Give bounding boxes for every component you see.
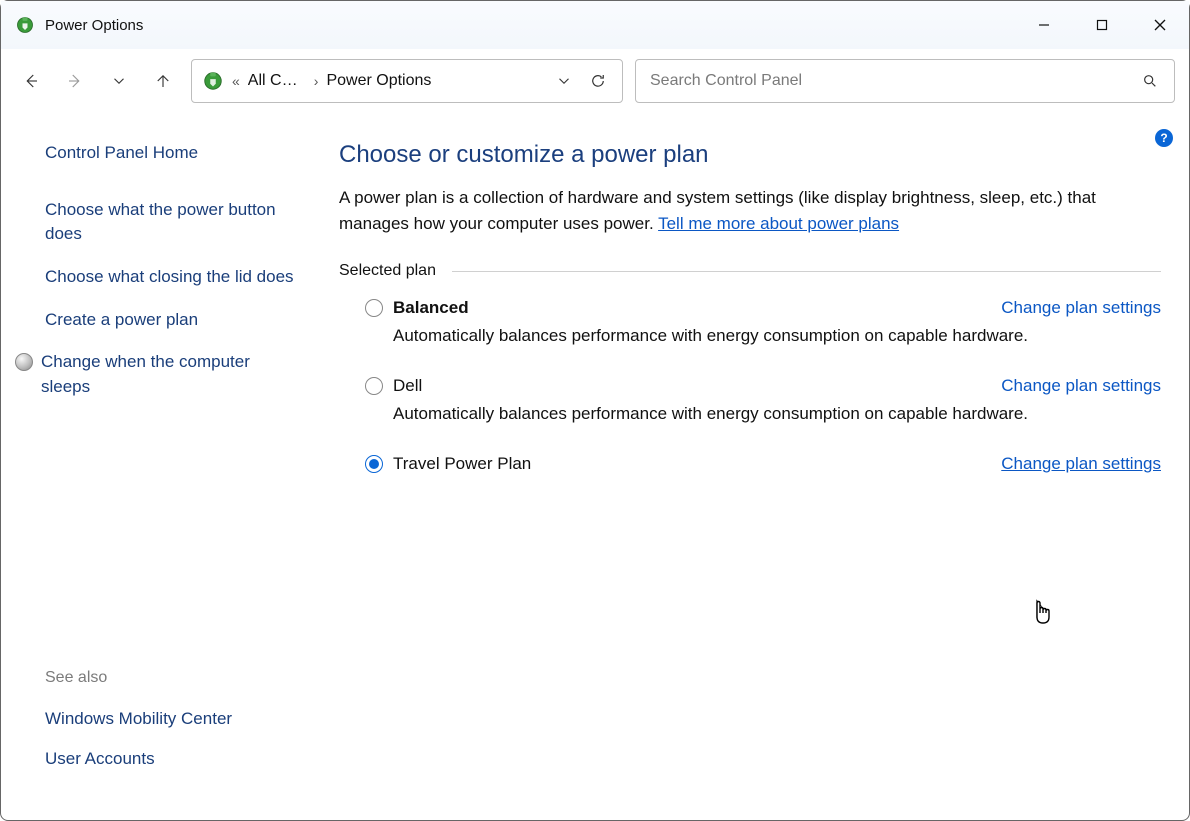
help-icon[interactable]: ? [1155,129,1173,147]
breadcrumb-current[interactable]: Power Options [326,72,431,90]
radio-balanced[interactable] [365,299,383,317]
search-input[interactable] [650,72,1140,90]
plan-desc: Automatically balances performance with … [393,326,1161,346]
breadcrumb-parent[interactable]: All Control Panel Items [248,72,306,90]
search-bar[interactable] [635,59,1175,103]
sidebar-home[interactable]: Control Panel Home [45,141,299,166]
radio-travel[interactable] [365,455,383,473]
change-settings-dell[interactable]: Change plan settings [1001,376,1161,396]
plan-desc: Automatically balances performance with … [393,404,1161,424]
sidebar-link-close-lid[interactable]: Choose what closing the lid does [45,265,299,290]
forward-button[interactable] [59,65,91,97]
maximize-button[interactable] [1073,1,1131,49]
location-icon [202,70,224,92]
section-label: Selected plan [339,262,436,280]
address-bar[interactable]: « All Control Panel Items › Power Option… [191,59,623,103]
back-button[interactable] [15,65,47,97]
sidebar-current-marker [15,353,33,371]
main: Choose or customize a power plan A power… [319,113,1189,820]
sidebar-link-sleep[interactable]: Change when the computer sleeps [41,350,299,399]
see-also-heading: See also [45,669,299,687]
plan-name[interactable]: Dell [393,376,422,396]
content: ? Control Panel Home Choose what the pow… [1,113,1189,820]
plan-dell: Dell Change plan settings Automatically … [365,376,1161,424]
search-icon[interactable] [1140,71,1160,91]
sidebar: Control Panel Home Choose what the power… [1,113,319,820]
radio-dell[interactable] [365,377,383,395]
plan-balanced: Balanced Change plan settings Automatica… [365,298,1161,346]
change-settings-travel[interactable]: Change plan settings [1001,454,1161,474]
app-icon [15,15,35,35]
page-description: A power plan is a collection of hardware… [339,185,1161,236]
recent-dropdown[interactable] [103,65,135,97]
plan-name[interactable]: Balanced [393,298,469,318]
see-also-mobility[interactable]: Windows Mobility Center [45,707,299,732]
sidebar-link-power-button[interactable]: Choose what the power button does [45,198,299,247]
titlebar: Power Options [1,1,1189,49]
breadcrumb-overflow[interactable]: « [230,73,242,89]
close-button[interactable] [1131,1,1189,49]
window-title: Power Options [45,17,143,34]
learn-more-link[interactable]: Tell me more about power plans [658,214,899,233]
section-divider [452,271,1161,272]
toolbar: « All Control Panel Items › Power Option… [1,49,1189,113]
plan-name[interactable]: Travel Power Plan [393,454,531,474]
refresh-button[interactable] [584,67,612,95]
plan-travel: Travel Power Plan Change plan settings [365,454,1161,474]
page-heading: Choose or customize a power plan [339,141,1161,169]
chevron-right-icon: › [312,73,321,89]
sidebar-link-create-plan[interactable]: Create a power plan [45,308,299,333]
see-also-accounts[interactable]: User Accounts [45,747,299,772]
change-settings-balanced[interactable]: Change plan settings [1001,298,1161,318]
address-dropdown[interactable] [550,67,578,95]
minimize-button[interactable] [1015,1,1073,49]
up-button[interactable] [147,65,179,97]
